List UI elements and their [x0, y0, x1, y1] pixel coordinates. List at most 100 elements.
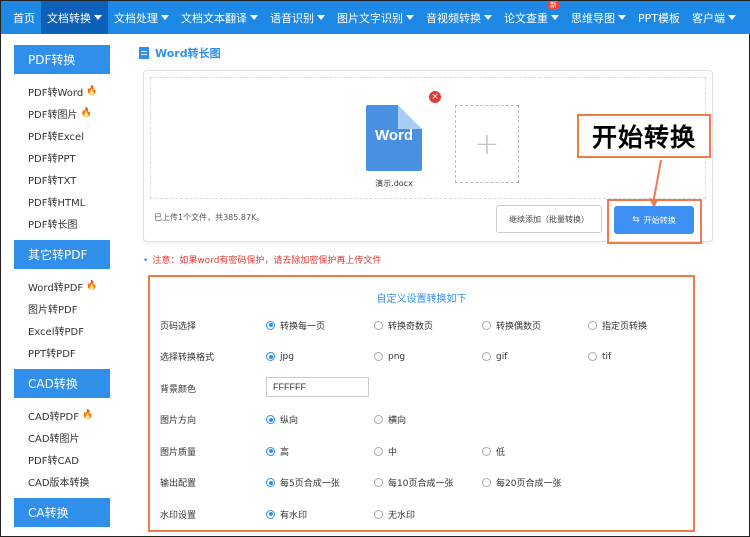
- radio-option[interactable]: 纵向: [266, 413, 298, 426]
- radio-label: jpg: [280, 351, 294, 362]
- sidebar-link-label: PDF转图片: [28, 109, 78, 121]
- radio-option[interactable]: 横向: [374, 413, 406, 426]
- sidebar-link-label: PDF转HTML: [28, 197, 86, 209]
- chevron-down-icon: [406, 15, 414, 20]
- radio-option[interactable]: 转换奇数页: [374, 319, 433, 332]
- radio-button[interactable]: [374, 478, 383, 487]
- sidebar-link[interactable]: PDF转Word 🔥: [14, 80, 110, 102]
- sidebar-section-title[interactable]: CAD转换: [14, 369, 110, 398]
- radio-label: 指定页转换: [602, 321, 648, 332]
- radio-button[interactable]: [482, 352, 491, 361]
- radio-button[interactable]: [266, 509, 275, 519]
- radio-label: 转换偶数页: [496, 321, 542, 332]
- sidebar-link[interactable]: PDF转Excel: [14, 124, 110, 146]
- radio-option[interactable]: tif: [588, 352, 611, 362]
- document-icon: [139, 47, 149, 59]
- sidebar-link[interactable]: 图片转PDF: [14, 297, 110, 319]
- radio-button[interactable]: [482, 446, 491, 456]
- settings-row: 图片方向 纵向 横向: [160, 412, 680, 428]
- sidebar-link[interactable]: Word转PDF 🔥: [14, 275, 110, 297]
- settings-row: 背景颜色: [160, 377, 680, 397]
- start-convert-callout: 开始转换: [577, 114, 711, 158]
- sidebar-link[interactable]: CAD转PDF 🔥: [14, 404, 110, 426]
- radio-option[interactable]: 无水印: [374, 508, 415, 521]
- radio-option[interactable]: 每10页合成一张: [374, 476, 453, 489]
- sidebar-link[interactable]: PDF转CAD: [14, 448, 110, 470]
- radio-button[interactable]: [374, 509, 383, 519]
- radio-button[interactable]: [266, 352, 275, 361]
- nav-item[interactable]: 首页: [7, 1, 41, 34]
- nav-item[interactable]: 文档转换: [41, 1, 108, 34]
- settings-row: 选择转换格式 jpg png gif tif: [160, 349, 680, 365]
- radio-option[interactable]: 中: [374, 445, 397, 458]
- radio-option[interactable]: gif: [482, 352, 507, 362]
- radio-button[interactable]: [374, 446, 383, 456]
- nav-item[interactable]: 思维导图: [565, 1, 632, 34]
- radio-option[interactable]: 指定页转换: [588, 319, 647, 332]
- radio-button[interactable]: [482, 478, 491, 487]
- radio-option[interactable]: 每5页合成一张: [266, 476, 340, 489]
- nav-item[interactable]: 音视频转换: [420, 1, 498, 34]
- radio-option[interactable]: 每20页合成一张: [482, 476, 561, 489]
- sidebar-link-label: PPT转PDF: [28, 348, 76, 360]
- radio-button[interactable]: [374, 320, 383, 330]
- upload-status: 已上传1个文件，共385.87K。: [154, 213, 265, 222]
- nav-item[interactable]: PPT模板: [632, 1, 686, 34]
- radio-option[interactable]: 转换偶数页: [482, 319, 541, 332]
- fire-icon: 🔥: [80, 108, 92, 118]
- nav-item[interactable]: 文档处理: [108, 1, 175, 34]
- radio-label: 中: [388, 447, 398, 458]
- radio-option[interactable]: jpg: [266, 352, 294, 362]
- add-file-button[interactable]: +: [455, 105, 519, 183]
- sidebar-link[interactable]: PDF转TXT: [14, 168, 110, 190]
- radio-button[interactable]: [482, 320, 491, 330]
- radio-button[interactable]: [266, 446, 275, 456]
- start-convert-button[interactable]: ⇆ 开始转换: [614, 206, 694, 234]
- radio-button[interactable]: [588, 352, 597, 361]
- sidebar-section-title[interactable]: CA转换: [14, 498, 110, 527]
- radio-option[interactable]: 有水印: [266, 508, 307, 521]
- file-name: 演示.docx: [375, 179, 413, 188]
- sidebar-link-label: CAD转图片: [28, 433, 80, 445]
- nav-item[interactable]: 文档文本翻译: [175, 1, 264, 34]
- sidebar-link[interactable]: PDF转图片 🔥: [14, 102, 110, 124]
- radio-label: 每5页合成一张: [280, 479, 340, 489]
- radio-button[interactable]: [374, 415, 383, 424]
- upload-zone[interactable]: Word × 演示.docx + 开始转换: [150, 77, 711, 208]
- nav-item[interactable]: 图片文字识别: [331, 1, 420, 34]
- radio-button[interactable]: [266, 415, 275, 424]
- notice-text: 注意：如果word有密码保护，请去除加密保护再上传文件: [152, 256, 382, 266]
- radio-option[interactable]: png: [374, 352, 405, 362]
- radio-option[interactable]: 转换每一页: [266, 319, 325, 332]
- nav-item[interactable]: 论文查重新: [498, 1, 565, 34]
- sidebar-link[interactable]: Excel转PDF: [14, 319, 110, 341]
- sidebar-section-title[interactable]: 其它转PDF: [14, 240, 110, 269]
- sidebar-link[interactable]: PDF转PPT: [14, 146, 110, 168]
- radio-button[interactable]: [588, 320, 597, 330]
- continue-add-button[interactable]: 继续添加（批量转换）: [496, 205, 602, 233]
- radio-option[interactable]: 高: [266, 445, 289, 458]
- background-color-input[interactable]: [266, 377, 369, 397]
- chevron-down-icon: [94, 15, 102, 20]
- radio-label: 每10页合成一张: [388, 479, 454, 489]
- sidebar-link-label: PDF转CAD: [28, 455, 80, 467]
- radio-button[interactable]: [374, 352, 383, 361]
- nav-item-label: PPT模板: [638, 11, 680, 25]
- sidebar-link[interactable]: CAD版本转换: [14, 470, 110, 492]
- radio-label: 高: [280, 447, 290, 458]
- sidebar-link[interactable]: PDF转长图: [14, 212, 110, 234]
- top-nav: 首页 文档转换 文档处理 文档文本翻译 语音识别 图片文字识别 音视频转换 论文查重新思维导图…: [1, 1, 750, 34]
- radio-button[interactable]: [266, 478, 275, 487]
- sidebar-link[interactable]: PPT转PDF: [14, 341, 110, 363]
- nav-item[interactable]: 客户端: [686, 1, 742, 34]
- close-icon[interactable]: ×: [429, 91, 441, 103]
- sidebar-link[interactable]: PDF转HTML: [14, 190, 110, 212]
- radio-button[interactable]: [266, 320, 275, 330]
- sidebar-section-title[interactable]: PDF转换: [14, 45, 110, 74]
- nav-item-label: 首页: [13, 11, 35, 25]
- radio-label: 转换每一页: [280, 321, 326, 332]
- sidebar-link[interactable]: CAD转图片: [14, 426, 110, 448]
- nav-item[interactable]: 语音识别: [264, 1, 331, 34]
- radio-option[interactable]: 低: [482, 445, 505, 458]
